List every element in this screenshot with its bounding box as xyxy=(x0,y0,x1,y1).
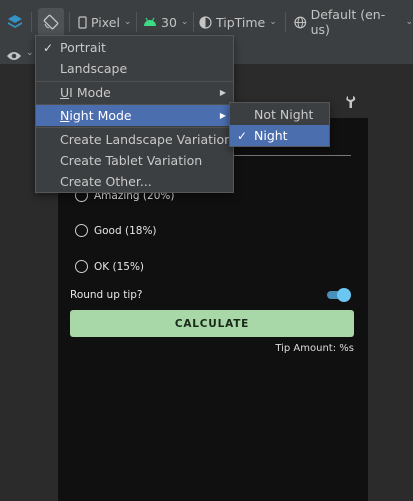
menu-item-portrait[interactable]: ✓ Portrait xyxy=(36,37,233,58)
submenu-item-label: Night xyxy=(254,128,288,143)
orientation-menu: ✓ Portrait Landscape UI Mode ▶ Night Mod… xyxy=(35,35,234,193)
mnemonic-letter: N xyxy=(60,108,70,123)
tip-option-label: Good (18%) xyxy=(94,224,157,237)
locale-dropdown[interactable]: Default (en-us) ⌄ xyxy=(294,7,413,37)
menu-item-label: Create Other... xyxy=(60,174,152,189)
phone-icon xyxy=(78,15,87,29)
submenu-item-night[interactable]: ✓ Night xyxy=(230,125,329,146)
submenu-arrow-icon: ▶ xyxy=(219,88,226,97)
radio-button[interactable] xyxy=(75,260,88,273)
menu-item-label: I Mode xyxy=(69,85,111,100)
menu-item-night-mode[interactable]: Night Mode ▶ xyxy=(36,105,233,126)
chevron-down-icon: ⌄ xyxy=(405,17,413,27)
toolbar-separator xyxy=(31,12,32,32)
wrench-icon[interactable] xyxy=(346,94,358,108)
toolbar-separator xyxy=(136,12,137,32)
theme-dropdown[interactable]: TipTime ⌄ xyxy=(199,8,277,36)
tip-option-good[interactable]: Good (18%) xyxy=(75,224,157,237)
chevron-down-icon: ⌄ xyxy=(269,17,277,27)
toolbar-row: Pixel ⌄ 30 ⌄ TipTime ⌄ Default (en-us) ⌄ xyxy=(0,7,413,37)
check-icon: ✓ xyxy=(43,40,54,55)
theme-icon xyxy=(199,15,212,29)
switch-thumb[interactable] xyxy=(337,288,351,302)
menu-item-label: Create Tablet Variation xyxy=(60,153,203,168)
globe-icon xyxy=(294,16,307,28)
check-icon: ✓ xyxy=(237,128,248,143)
device-dropdown[interactable]: Pixel ⌄ xyxy=(78,8,131,36)
chevron-down-icon[interactable]: ⌄ xyxy=(26,48,34,58)
toolbar-separator xyxy=(69,12,70,32)
round-up-label: Round up tip? xyxy=(70,289,143,301)
tip-amount-text: Tip Amount: %s xyxy=(275,343,354,354)
orientation-icon[interactable] xyxy=(38,8,64,36)
night-mode-submenu: Not Night ✓ Night xyxy=(229,102,330,147)
submenu-item-label: Not Night xyxy=(254,107,314,122)
menu-item-label: Landscape xyxy=(60,61,128,76)
menu-item-create-tablet[interactable]: Create Tablet Variation xyxy=(36,150,233,171)
calculate-button[interactable]: CALCULATE xyxy=(70,310,354,337)
toolbar-separator xyxy=(193,12,194,32)
menu-item-label: Create Landscape Variation xyxy=(60,132,233,147)
tip-option-label: OK (15%) xyxy=(94,260,145,273)
api-level-dropdown[interactable]: 30 ⌄ xyxy=(143,8,188,36)
submenu-item-not-night[interactable]: Not Night xyxy=(230,104,329,125)
menu-item-label: ight Mode xyxy=(69,108,132,123)
theme-label: TipTime xyxy=(216,14,266,30)
layers-icon[interactable] xyxy=(5,8,25,36)
menu-separator xyxy=(36,127,233,128)
menu-item-create-other[interactable]: Create Other... xyxy=(36,171,233,192)
android-icon xyxy=(144,17,156,26)
chevron-down-icon: ⌄ xyxy=(123,17,132,27)
locale-label: Default (en-us) xyxy=(310,7,386,37)
menu-item-ui-mode[interactable]: UI Mode ▶ xyxy=(36,82,233,103)
tip-option-ok[interactable]: OK (15%) xyxy=(75,260,144,273)
chevron-down-icon: ⌄ xyxy=(180,17,189,27)
toolbar-separator xyxy=(285,12,286,32)
submenu-arrow-icon: ▶ xyxy=(219,111,226,120)
radio-button[interactable] xyxy=(75,224,88,237)
menu-item-create-landscape[interactable]: Create Landscape Variation xyxy=(36,129,233,150)
device-label: Pixel xyxy=(91,14,120,30)
mnemonic-letter: U xyxy=(60,85,70,100)
menu-item-landscape[interactable]: Landscape xyxy=(36,58,233,79)
api-level-label: 30 xyxy=(161,14,177,30)
menu-item-label: Portrait xyxy=(60,40,106,55)
